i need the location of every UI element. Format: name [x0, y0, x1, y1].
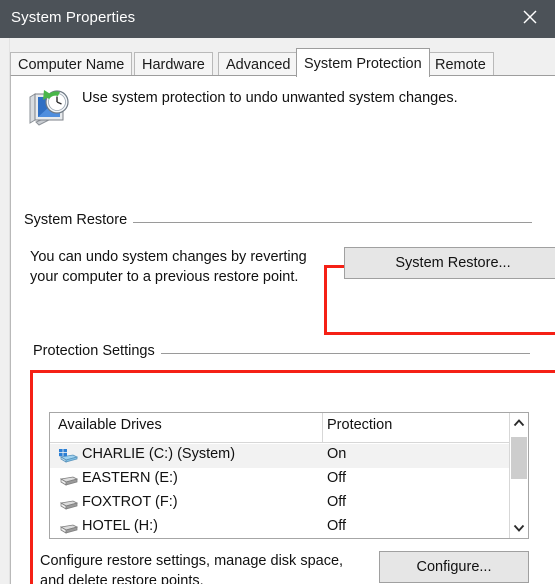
window-titlebar: System Properties	[0, 0, 555, 38]
drives-list-header: Available Drives Protection	[50, 413, 528, 443]
available-drives-list[interactable]: Available Drives Protection CHARLIE (C:)…	[49, 412, 529, 539]
system-protection-tab-page: Use system protection to undo unwanted s…	[10, 75, 555, 584]
chevron-up-icon[interactable]	[510, 413, 528, 433]
tab-computer-name[interactable]: Computer Name	[10, 52, 133, 76]
drive-icon	[58, 496, 79, 512]
configure-description-line1: Configure restore settings, manage disk …	[40, 553, 344, 569]
system-restore-description: You can undo system changes by reverting…	[30, 247, 307, 287]
drive-icon	[58, 472, 79, 488]
system-restore-button[interactable]: System Restore...	[344, 247, 555, 279]
configure-description-line2: and delete restore points.	[40, 573, 204, 584]
drive-icon	[58, 520, 79, 536]
column-header-available-drives[interactable]: Available Drives	[58, 417, 162, 433]
drive-protection-status: Off	[327, 518, 347, 534]
table-row[interactable]: EASTERN (E:) Off	[50, 468, 509, 492]
drive-protection-status: Off	[327, 494, 347, 510]
tab-strip: Computer Name Hardware Advanced System P…	[10, 48, 555, 77]
tab-remote[interactable]: Remote	[427, 52, 494, 76]
table-row[interactable]: FOXTROT (F:) Off	[50, 492, 509, 516]
protection-settings-group-label: Protection Settings	[33, 343, 161, 359]
drive-name: EASTERN (E:)	[82, 470, 178, 486]
system-properties-window: System Properties Computer Name Hardware…	[0, 0, 555, 584]
column-divider[interactable]	[322, 413, 323, 442]
drives-list-scrollbar[interactable]	[509, 413, 528, 538]
configure-description: Configure restore settings, manage disk …	[40, 551, 343, 584]
drive-protection-status: Off	[327, 470, 347, 486]
system-restore-icon	[22, 84, 72, 134]
dialog-client-area: Computer Name Hardware Advanced System P…	[0, 38, 555, 584]
drive-name: FOXTROT (F:)	[82, 494, 178, 510]
drive-name: CHARLIE (C:) (System)	[82, 446, 236, 462]
system-drive-icon	[58, 448, 79, 464]
system-restore-description-line1: You can undo system changes by reverting	[30, 249, 307, 265]
tab-system-protection[interactable]: System Protection	[296, 48, 430, 77]
configure-button[interactable]: Configure...	[379, 551, 529, 583]
table-row[interactable]: HOTEL (H:) Off	[50, 516, 509, 538]
tab-hardware[interactable]: Hardware	[134, 52, 213, 76]
column-header-protection[interactable]: Protection	[327, 417, 392, 433]
window-left-edge	[0, 38, 10, 584]
page-description: Use system protection to undo unwanted s…	[82, 90, 458, 106]
window-title: System Properties	[11, 9, 136, 26]
system-restore-description-line2: your computer to a previous restore poin…	[30, 269, 299, 285]
table-row[interactable]: CHARLIE (C:) (System) On	[50, 444, 509, 468]
chevron-down-icon[interactable]	[510, 518, 528, 538]
tab-advanced[interactable]: Advanced	[218, 52, 299, 76]
close-icon[interactable]	[515, 0, 555, 38]
drive-protection-status: On	[327, 446, 347, 462]
system-restore-group-label: System Restore	[24, 212, 134, 228]
drive-name: HOTEL (H:)	[82, 518, 158, 534]
scrollbar-thumb[interactable]	[511, 437, 527, 479]
